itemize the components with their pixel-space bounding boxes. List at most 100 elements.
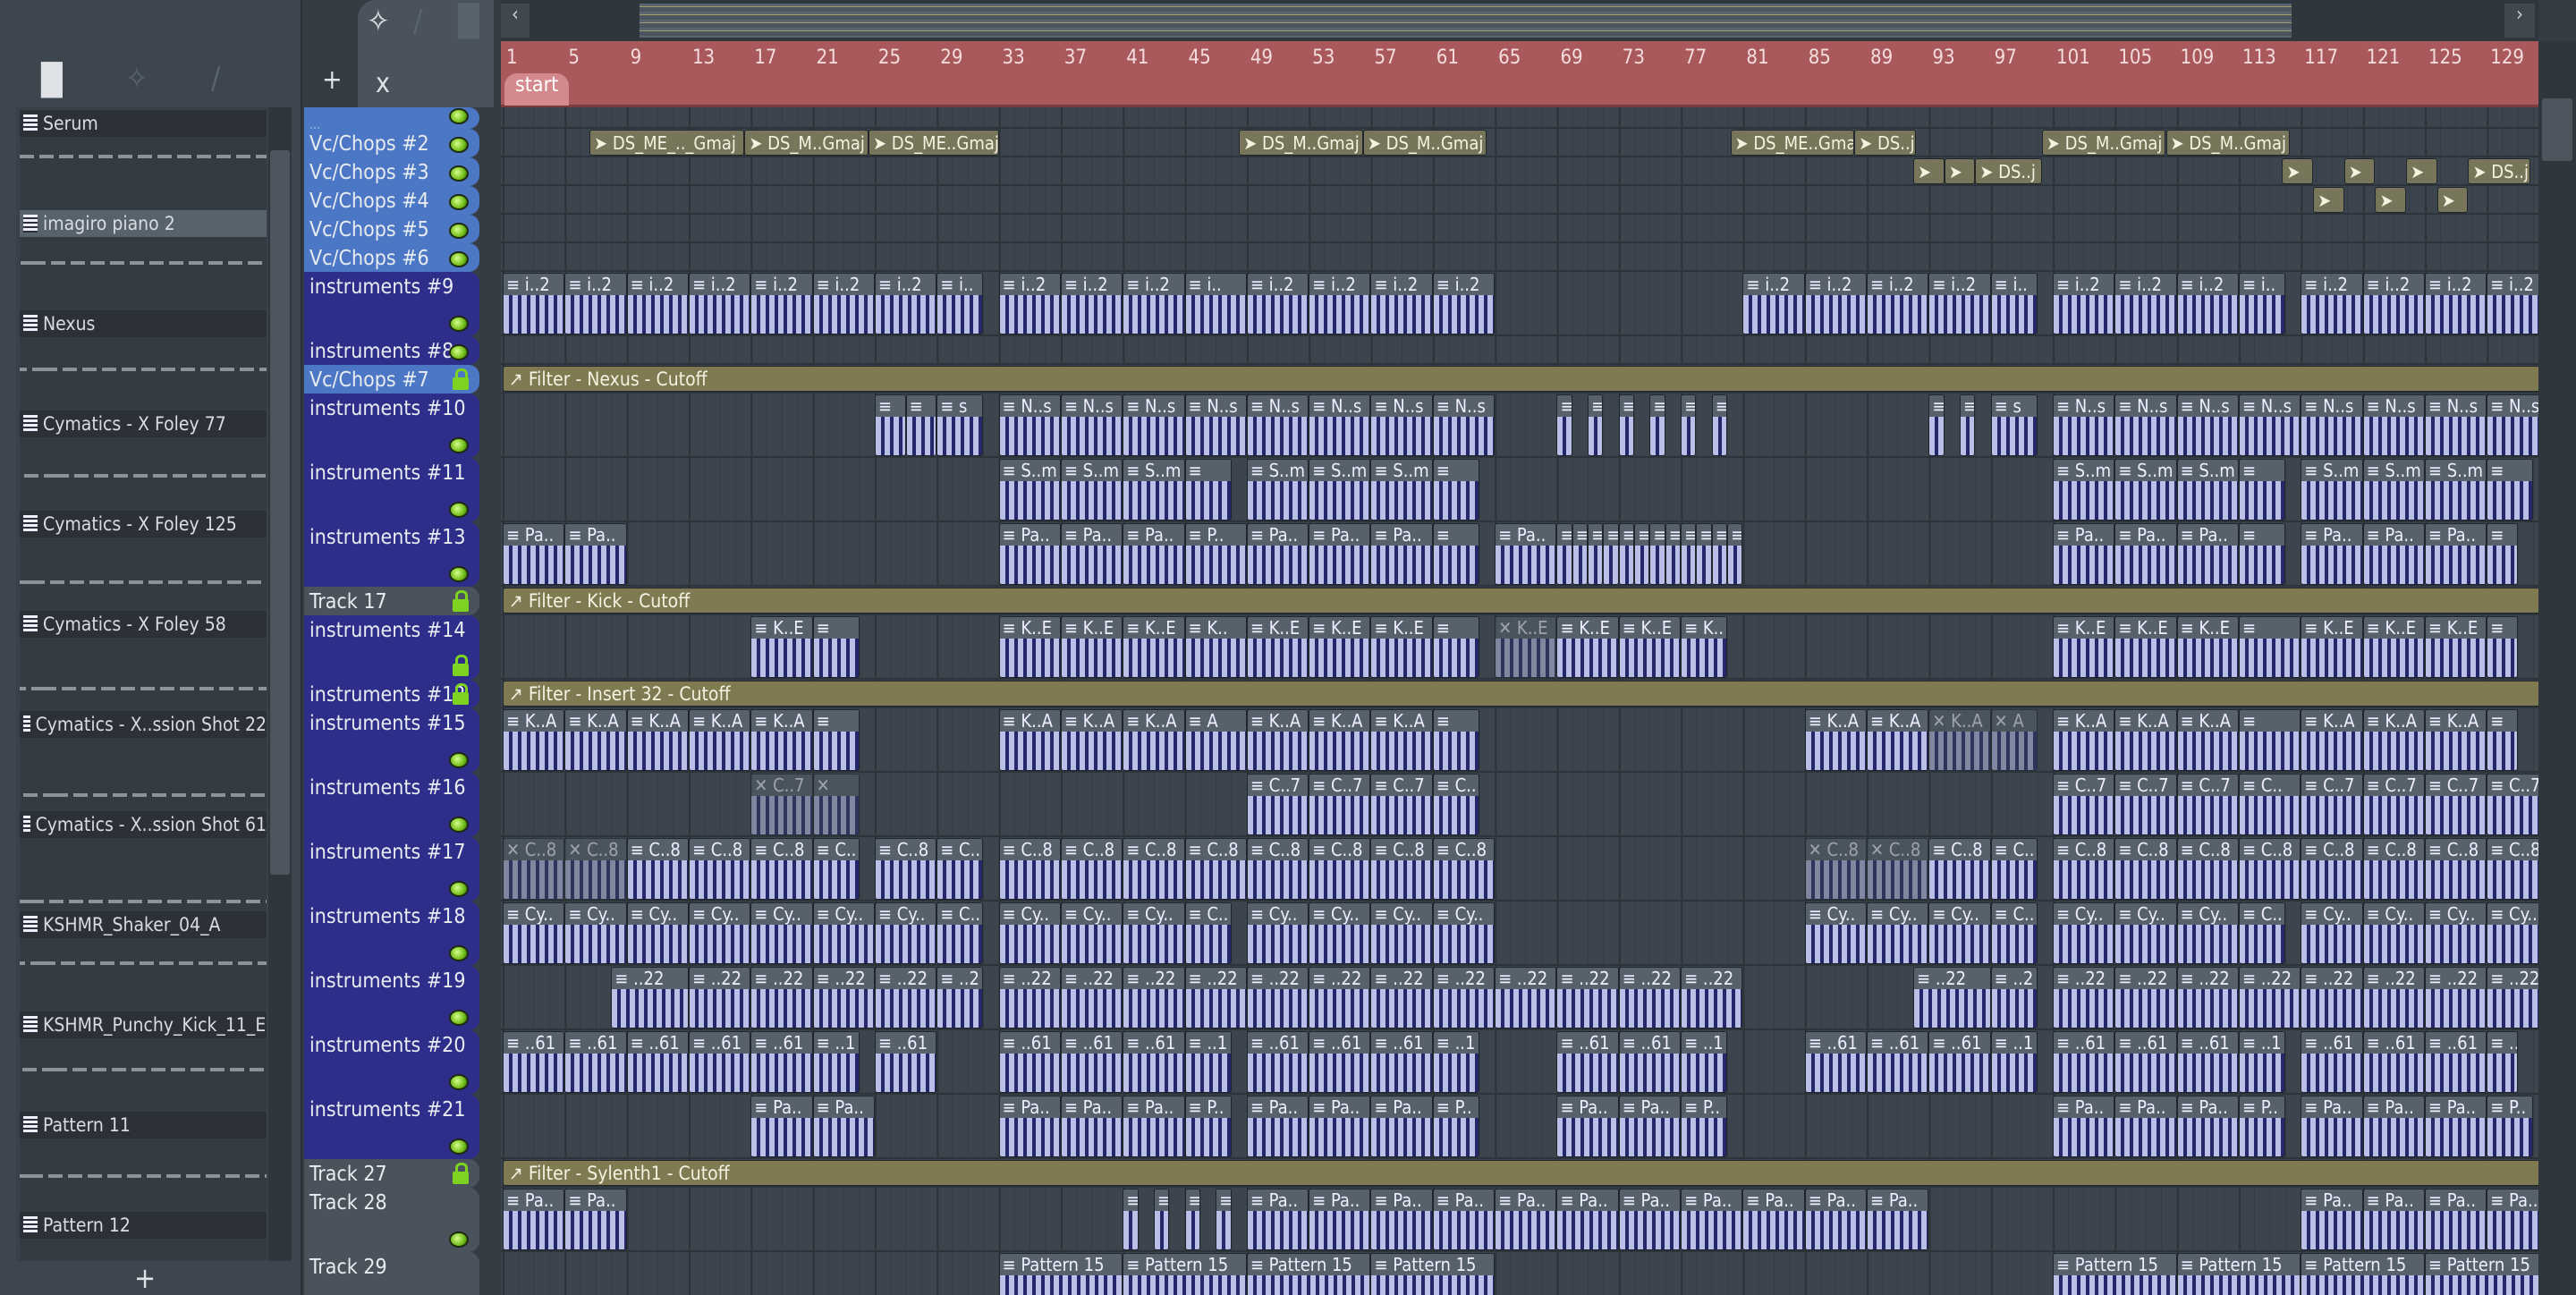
pattern-clip[interactable]: ≡ C..7 [1370, 774, 1433, 835]
pattern-clip[interactable]: ≡ i..2 [1867, 273, 1929, 334]
pattern-clip[interactable]: ≡ ..22 [2114, 967, 2177, 1028]
audio-clip[interactable]: ➤ DS_ME..Gma [1730, 130, 1855, 156]
pattern-clip[interactable]: ≡ [1696, 523, 1712, 585]
pattern-clip[interactable]: ≡ ..22 [1184, 967, 1247, 1028]
pattern-clip[interactable]: ≡ C.. [1990, 902, 2038, 964]
audio-clip[interactable]: ➤ DS_ME..Gmaj [868, 130, 999, 156]
pattern-clip[interactable]: ≡ K.. [1681, 616, 1728, 678]
track-enable-led[interactable] [449, 437, 469, 453]
audio-icon[interactable]: ✧ [125, 61, 148, 97]
pattern-clip[interactable]: ≡ N..s [2176, 394, 2239, 456]
lock-icon[interactable] [453, 590, 469, 612]
pattern-clip[interactable]: ≡ K..A [1309, 709, 1371, 771]
pattern-clip[interactable]: ≡ [1681, 394, 1697, 456]
pattern-clip[interactable]: ≡ Pa.. [2053, 523, 2115, 585]
pattern-clip[interactable]: ≡ K..E [2301, 616, 2363, 678]
pattern-clip[interactable]: ≡ ..61 [2114, 1031, 2177, 1093]
pattern-clip[interactable]: ≡ S..m [2301, 459, 2363, 521]
pattern-clip[interactable]: ≡ Pa.. [1309, 1189, 1371, 1250]
pattern-clip[interactable]: ≡ N..s [2487, 394, 2538, 456]
pattern-clip[interactable]: ≡ K..E [2362, 616, 2425, 678]
pattern-clip[interactable]: ≡ P.. [1432, 1096, 1479, 1157]
pattern-clip[interactable]: ≡ Cy.. [2053, 902, 2115, 964]
pattern-clip[interactable]: ≡ S..m [2424, 459, 2487, 521]
pattern-clip[interactable]: ≡ K..A [2424, 709, 2487, 771]
pattern-clip[interactable]: ≡ Pa.. [2362, 523, 2425, 585]
pattern-clip[interactable]: ≡ Pa.. [1556, 1189, 1619, 1250]
pattern-clip[interactable]: ≡ Cy.. [503, 902, 565, 964]
pattern-clip[interactable]: ≡ C..7 [2176, 774, 2239, 835]
track-lane[interactable] [501, 336, 2538, 365]
pattern-clip[interactable]: ≡ [1603, 523, 1619, 585]
track-lane[interactable]: ≡ Cy.. ≡ Cy.. ≡ Cy.. ≡ Cy.. ≡ Cy.. ≡ Cy.. ≡ Cy… [501, 901, 2538, 966]
pattern-clip[interactable]: ≡ Pa.. [1123, 1096, 1185, 1157]
track-header[interactable]: Track 17 [304, 587, 479, 615]
track-header[interactable]: instruments #21 [304, 1095, 479, 1159]
pattern-clip[interactable]: ≡ K..A [1370, 709, 1433, 771]
pattern-clip[interactable]: ≡ Pa.. [2301, 523, 2363, 585]
pattern-clip[interactable]: ≡ ..22 [2176, 967, 2239, 1028]
pattern-clip[interactable]: ≡ K..A [750, 709, 813, 771]
pattern-clip[interactable]: ≡ Pa.. [1370, 1189, 1433, 1250]
pattern-clip[interactable]: ≡ Pa.. [1618, 1096, 1682, 1157]
pattern-clip[interactable]: ✕ [812, 774, 860, 835]
pattern-clip[interactable]: ≡ Pa.. [503, 1189, 565, 1250]
pattern-clip[interactable]: ≡ C..8 [1123, 838, 1185, 900]
pattern-clip[interactable]: ≡ ..1 [812, 1031, 860, 1093]
pattern-clip[interactable]: ≡ ..22 [750, 967, 813, 1028]
pattern-clip[interactable]: ≡ N..s [2301, 394, 2363, 456]
pattern-clip[interactable]: ≡ C..8 [626, 838, 689, 900]
pattern-clip[interactable]: ≡ K..A [688, 709, 751, 771]
pattern-clip[interactable]: ≡ [1432, 616, 1479, 678]
pattern-clip[interactable]: ≡ Cy.. [1060, 902, 1123, 964]
pattern-clip[interactable]: ≡ Cy.. [998, 902, 1061, 964]
pattern-clip[interactable]: ≡ Pattern 15 [2176, 1253, 2301, 1295]
pattern-clip[interactable]: ≡ C..7 [2424, 774, 2487, 835]
pattern-clip[interactable]: ≡ i..2 [750, 273, 813, 334]
track-enable-led[interactable] [449, 566, 469, 582]
pattern-clip[interactable]: ≡ Pa.. [2362, 1189, 2425, 1250]
track-lane[interactable]: ↗ Filter - Kick - Cutoff [501, 587, 2538, 615]
pattern-clip[interactable]: ≡ i..2 [1742, 273, 1805, 334]
pattern-clip[interactable]: ≡ Cy.. [2176, 902, 2239, 964]
pattern-clip[interactable]: ≡ ..22 [1309, 967, 1371, 1028]
track-lane[interactable]: ≡ Pattern 15 ≡ Pattern 15 ≡ Pattern 15 ≡ Pa… [501, 1252, 2538, 1295]
picker-scrollbar-thumb[interactable] [270, 150, 290, 875]
pattern-clip[interactable]: ≡ Pa.. [2301, 1189, 2363, 1250]
pattern-clip[interactable]: ≡ ..61 [1618, 1031, 1682, 1093]
pattern-clip[interactable]: ≡ ..22 [1370, 967, 1433, 1028]
pattern-clip[interactable]: ≡ S..m [1060, 459, 1123, 521]
pattern-clip[interactable]: ≡ A [1184, 709, 1247, 771]
pattern-clip[interactable]: ≡ [1588, 394, 1604, 456]
pattern-clip[interactable]: ≡ [2238, 523, 2285, 585]
lock-icon[interactable] [453, 683, 469, 705]
track-lane[interactable]: ↗ Filter - Insert 32 - Cutoff [501, 680, 2538, 708]
pattern-clip[interactable]: ≡ Pa.. [1370, 523, 1433, 585]
picker-item[interactable]: KSHMR_Shaker_04_A [20, 911, 267, 1011]
pattern-clip[interactable]: ≡ i..2 [2424, 273, 2487, 334]
pattern-clip[interactable]: ≡ Pa.. [1309, 1096, 1371, 1157]
pattern-clip[interactable]: ≡ Pa.. [1867, 1189, 1929, 1250]
pattern-clip[interactable]: ≡ N..s [1246, 394, 1309, 456]
pattern-clip[interactable]: ≡ K..A [1867, 709, 1929, 771]
audio-clip[interactable]: ➤ [1913, 158, 1945, 184]
pattern-clip[interactable]: ≡ i..2 [2114, 273, 2177, 334]
picker-item-header[interactable]: Pattern 11 [20, 1112, 267, 1138]
pattern-clip[interactable]: ≡ Pa.. [2114, 523, 2177, 585]
pattern-clip[interactable]: ≡ Cy.. [1432, 902, 1496, 964]
pattern-clip[interactable]: ≡ K..A [2114, 709, 2177, 771]
pattern-clip[interactable]: ≡ ..22 [2238, 967, 2301, 1028]
track-header[interactable]: ... [304, 107, 479, 129]
pattern-clip[interactable]: ≡ i..2 [1370, 273, 1433, 334]
pattern-clip[interactable]: ≡ [1184, 459, 1232, 521]
pattern-clip[interactable]: ≡ [1634, 523, 1650, 585]
pattern-clip[interactable]: ≡ Pattern 15 [2424, 1253, 2538, 1295]
add-channel-button[interactable]: + [134, 1261, 156, 1295]
pattern-clip[interactable]: ≡ Cy.. [1123, 902, 1185, 964]
pattern-clip[interactable]: ≡ ..2 [936, 967, 984, 1028]
pattern-clip[interactable]: ≡ Cy.. [812, 902, 875, 964]
track-enable-led[interactable] [449, 223, 469, 239]
pattern-clip[interactable]: ≡ S..m [1246, 459, 1309, 521]
pattern-clip[interactable]: ≡ ..22 [1618, 967, 1682, 1028]
pattern-clip[interactable]: ✕ K..A [1928, 709, 1991, 771]
